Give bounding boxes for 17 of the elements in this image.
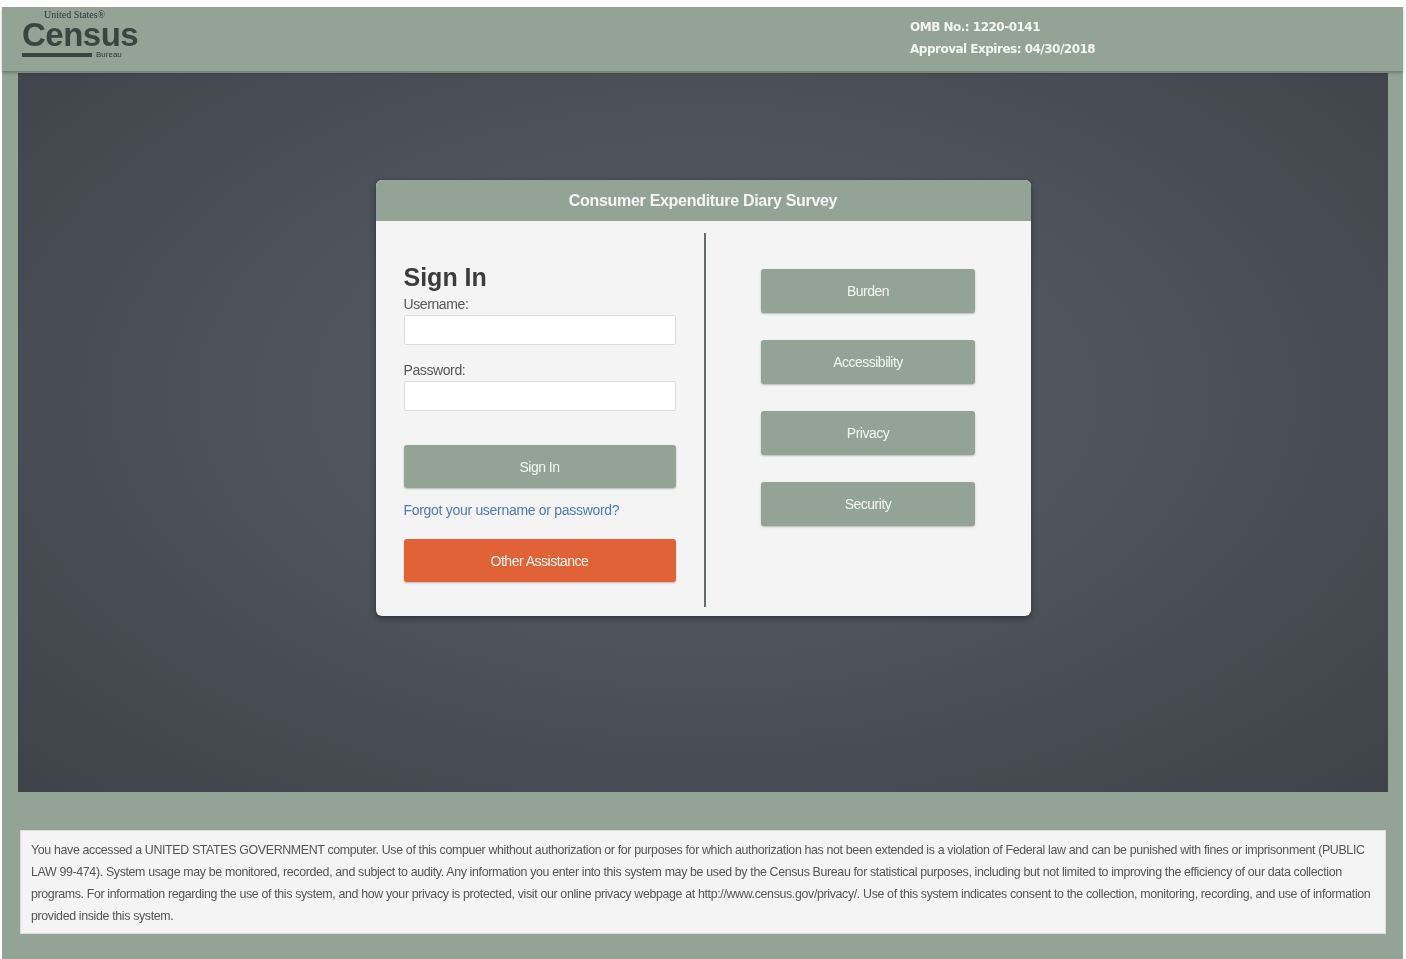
other-assistance-button[interactable]: Other Assistance	[403, 539, 676, 582]
omb-number: OMB No.: 1220-0141	[910, 19, 1042, 36]
census-logo[interactable]: United States® Census Bureau	[22, 10, 138, 59]
sign-in-heading: Sign In	[403, 263, 488, 291]
approval-expiration: Approval Expires: 04/30/2018	[910, 41, 1096, 58]
legal-notice: You have accessed a UNITED STATES GOVERNMENT computer. Use of this compuer whithout authorization or for purposes for which authorization has not been extended is a violation of Federal law and can be punished with fines or imprisonment (PUBLIC LAW 99-474). System usage may be monitored, recorded, and subject to audity. Any information you enter into this system may be used by the Census Bureau for statistical purposes, including but not limited to improving the efficiency of our data collection programs. For information regarding the use of this system, and how your privacy is protected, visit our online privacy webpage at http://www.census.gov/privacy/. Use of this system indicates consent to the collection, monitoring, recording, and use of information provided inside this system.	[31, 842, 1372, 925]
field-label: Password:	[403, 361, 467, 379]
info-button[interactable]: Privacy	[761, 411, 975, 455]
field-label: Username:	[403, 295, 470, 313]
info-button[interactable]: Security	[761, 482, 975, 526]
input-field[interactable]	[403, 381, 676, 411]
input-field[interactable]	[403, 315, 676, 345]
info-button[interactable]: Accessibility	[761, 340, 975, 384]
forgot-credentials-link[interactable]: Forgot your username or password?	[403, 502, 676, 518]
card-title: Consumer Expenditure Diary Survey	[375, 180, 1031, 221]
sign-in-button[interactable]: Sign In	[403, 445, 676, 488]
info-button[interactable]: Burden	[761, 269, 975, 313]
